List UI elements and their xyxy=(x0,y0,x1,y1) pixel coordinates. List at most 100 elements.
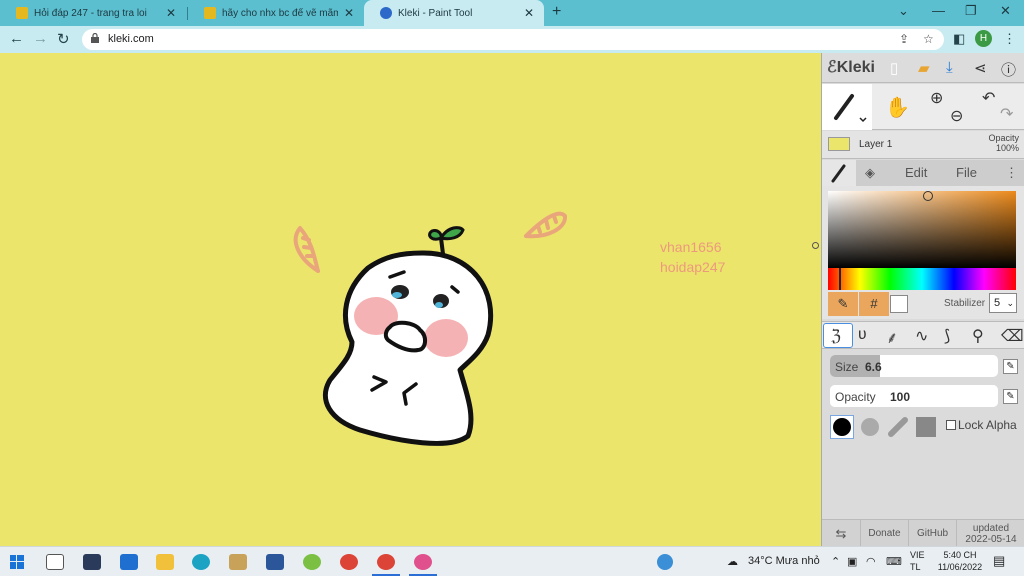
color-picker: ✎ # Stabilizer 5 ⌄ xyxy=(822,186,1024,319)
system-clock[interactable]: 5:40 CH 11/06/2022 xyxy=(936,549,984,573)
chat-app-icon[interactable] xyxy=(83,554,101,570)
close-tab-icon[interactable]: ✕ xyxy=(166,6,176,20)
pixel-brush-icon[interactable]: ∿ xyxy=(915,326,928,346)
show-hidden-icons-icon[interactable]: ⌃ xyxy=(831,555,840,568)
panel-resize-handle[interactable] xyxy=(812,242,819,249)
chemy-brush-icon[interactable]: ⟆ xyxy=(944,326,950,346)
word-icon[interactable] xyxy=(266,554,284,570)
blend-brush-icon[interactable]: ʋ xyxy=(858,326,867,344)
eyedropper-icon[interactable]: ✎ xyxy=(828,292,858,316)
tab-brush[interactable] xyxy=(822,160,856,186)
download-icon[interactable]: ⤓ xyxy=(946,59,953,76)
task-view-icon[interactable] xyxy=(46,554,64,570)
close-tab-icon[interactable]: ✕ xyxy=(524,6,534,20)
profile-avatar[interactable]: H xyxy=(975,30,992,47)
redo-icon[interactable]: ↷ xyxy=(1000,104,1013,124)
windows-start-icon[interactable] xyxy=(10,555,24,569)
size-slider[interactable]: Size 6.6 xyxy=(830,355,998,377)
stabilizer-label: Stabilizer xyxy=(944,298,986,309)
mail-icon[interactable] xyxy=(120,554,138,570)
github-link[interactable]: GitHub xyxy=(908,520,956,547)
tab-kleki[interactable]: Kleki - Paint Tool ✕ xyxy=(364,0,544,26)
undo-icon[interactable]: ↶ xyxy=(982,88,995,108)
clock-time: 5:40 CH xyxy=(943,550,977,560)
zoom-in-icon[interactable]: ⊕ xyxy=(930,88,943,108)
lock-alpha-checkbox[interactable]: Lock Alpha xyxy=(946,418,1017,432)
smudge-brush-icon[interactable]: ⚲ xyxy=(972,326,984,346)
preset-square[interactable] xyxy=(914,415,938,439)
size-pressure-toggle[interactable]: ✎ xyxy=(1003,359,1018,374)
eraser-icon[interactable]: ⌫ xyxy=(1001,326,1024,346)
tab-file[interactable]: File xyxy=(956,165,977,180)
hand-tool-icon[interactable]: ✋ xyxy=(885,95,910,120)
preset-pencil[interactable] xyxy=(886,415,910,439)
opacity-pressure-toggle[interactable]: ✎ xyxy=(1003,389,1018,404)
app-icon[interactable] xyxy=(303,554,321,570)
tab-hoidap-question[interactable]: hãy cho nhx bc để vẽ mãm đẹp c ✕ xyxy=(188,0,364,26)
preset-hard-round[interactable] xyxy=(830,415,854,439)
sketchy-brush-icon[interactable]: ⸙ xyxy=(886,326,898,348)
sprout-stem xyxy=(439,237,445,255)
browser-menu-icon[interactable]: ⋮ xyxy=(1003,31,1016,47)
layers-tab-icon[interactable]: ◈ xyxy=(865,165,875,181)
tab-edit[interactable]: Edit xyxy=(905,165,927,180)
minimize-icon[interactable]: — xyxy=(932,3,945,18)
close-window-icon[interactable]: ✕ xyxy=(1000,3,1011,19)
kleki-header: ℰKleki ▯ ▰ ⤓ ⋖ ⓘ xyxy=(822,53,1024,83)
file-explorer-icon[interactable] xyxy=(156,554,174,570)
wifi-icon[interactable]: ◠ xyxy=(866,555,876,568)
kleki-footer: ⇆ Donate GitHub updated 2022-05-14 xyxy=(822,519,1024,547)
hue-slider[interactable] xyxy=(828,268,1016,290)
paint-app-icon[interactable] xyxy=(229,554,247,570)
preset-soft-round[interactable] xyxy=(858,415,882,439)
donate-link[interactable]: Donate xyxy=(860,520,908,547)
opacity-slider[interactable]: Opacity 100 xyxy=(830,385,998,407)
more-options-icon[interactable]: ⋮ xyxy=(1005,165,1018,181)
stabilizer-select[interactable]: 5 ⌄ xyxy=(989,293,1017,313)
network-icon[interactable]: ▣ xyxy=(847,555,857,568)
forward-icon[interactable]: → xyxy=(33,30,48,47)
help-icon[interactable]: ⓘ xyxy=(1001,59,1016,80)
brush-tool-button[interactable] xyxy=(822,84,872,130)
url-text: kleki.com xyxy=(108,33,154,45)
layer-preview[interactable]: Layer 1 Opacity 100% xyxy=(822,131,1024,159)
drawing-canvas[interactable]: vhan1656 hoidap247 xyxy=(0,53,821,546)
open-folder-icon[interactable]: ▰ xyxy=(918,59,930,77)
share-page-icon[interactable]: ⇪ xyxy=(899,32,909,46)
color-handle[interactable] xyxy=(923,191,933,201)
drawing-app-icon[interactable] xyxy=(414,554,432,570)
swap-panel-icon[interactable]: ⇆ xyxy=(822,520,860,547)
hex-input-button[interactable]: # xyxy=(859,292,889,316)
keyboard-icon[interactable]: ⌨ xyxy=(886,555,902,568)
tab-hoidap-traloi[interactable]: Hỏi đáp 247 - trang tra loi ✕ xyxy=(0,0,186,26)
panel-tabs: ◈ Edit File ⋮ xyxy=(822,160,1024,186)
bookmark-star-icon[interactable]: ☆ xyxy=(923,32,934,46)
tab-search-icon[interactable]: ⌄ xyxy=(898,3,909,19)
restore-icon[interactable]: ❐ xyxy=(965,3,977,19)
layer-opacity: Opacity 100% xyxy=(985,133,1019,153)
new-tab-icon[interactable]: + xyxy=(552,3,561,21)
new-image-icon[interactable]: ▯ xyxy=(890,59,898,77)
zoom-out-icon[interactable]: ⊖ xyxy=(950,106,963,126)
reload-icon[interactable]: ↻ xyxy=(57,30,70,48)
lock-icon xyxy=(91,33,99,43)
browser-tab-strip: Hỏi đáp 247 - trang tra loi ✕ hãy cho nh… xyxy=(0,0,1024,26)
back-icon[interactable]: ← xyxy=(9,30,24,47)
chrome-icon[interactable] xyxy=(340,554,358,570)
updated-label: updated xyxy=(972,523,1010,534)
input-language[interactable]: VIE TL xyxy=(910,549,925,573)
address-bar[interactable]: kleki.com ⇪ ☆ xyxy=(82,29,944,50)
saturation-value-field[interactable] xyxy=(828,191,1016,268)
watermark-line: hoidap247 xyxy=(660,259,726,275)
close-tab-icon[interactable]: ✕ xyxy=(344,6,354,20)
edge-icon[interactable] xyxy=(192,554,210,570)
share-icon[interactable]: ⋖ xyxy=(974,59,987,77)
weather-text[interactable]: 34°C Mưa nhỏ xyxy=(748,555,820,567)
hue-marker[interactable] xyxy=(839,268,841,290)
side-panel-icon[interactable]: ◧ xyxy=(953,31,965,47)
help-tray-icon[interactable] xyxy=(657,554,673,570)
hoidap-favicon-icon xyxy=(204,7,216,19)
chrome-profile-icon[interactable] xyxy=(377,554,395,570)
secondary-color-swatch[interactable] xyxy=(890,295,908,313)
notifications-icon[interactable]: ▤ xyxy=(993,553,1005,569)
